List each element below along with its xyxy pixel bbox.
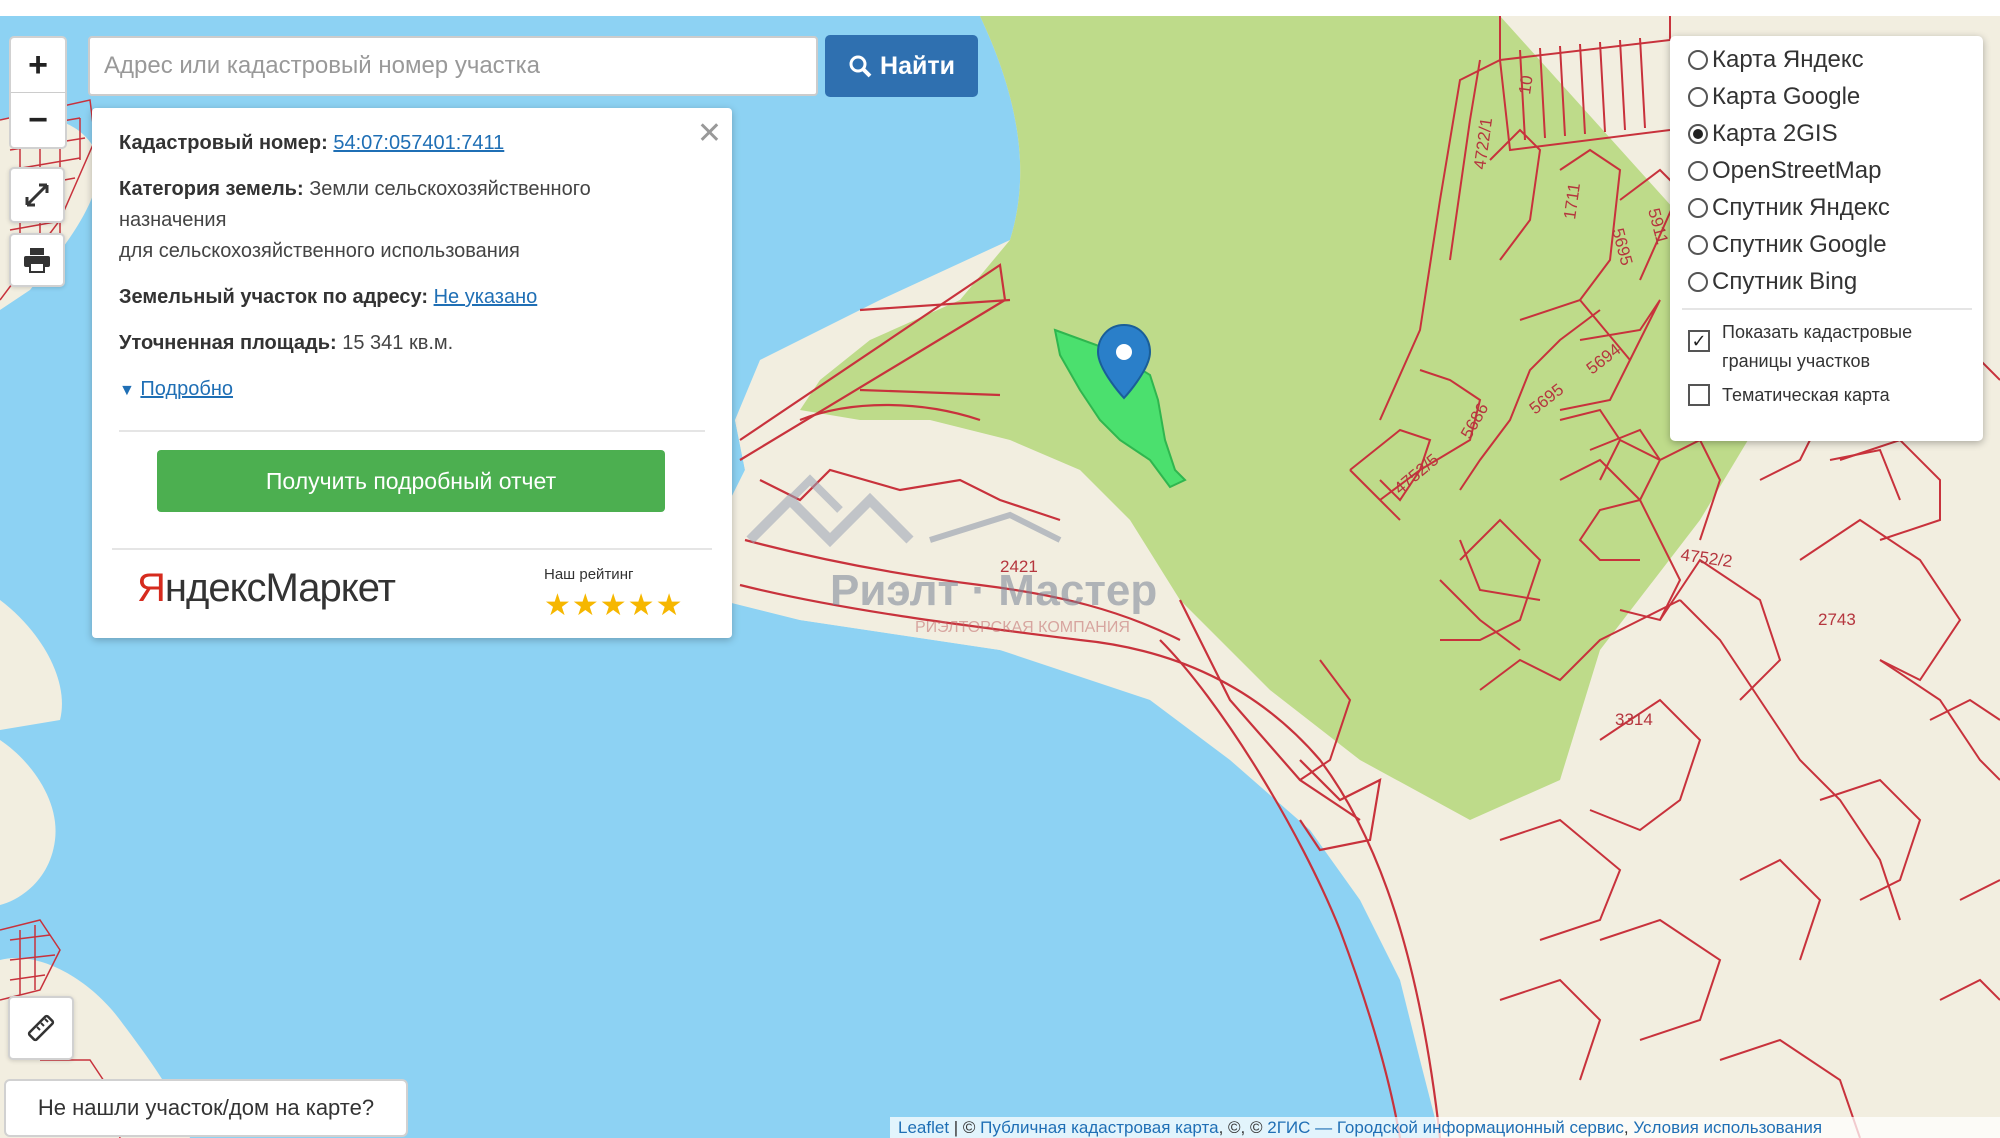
terms-link[interactable]: Условия использования xyxy=(1633,1118,1822,1137)
rating-stars: ★★★★★ xyxy=(544,589,684,622)
layer-option-label: Спутник Яндекс xyxy=(1712,194,1890,221)
layer-option-label: Карта Google xyxy=(1712,83,1861,110)
thematic-map-label: Тематическая карта xyxy=(1722,385,1890,405)
cadastral-number-label: Кадастровый номер: xyxy=(119,132,328,154)
details-link[interactable]: Подробно xyxy=(140,378,233,400)
search-button[interactable]: Найти xyxy=(825,35,978,97)
layer-option-label: Спутник Google xyxy=(1712,231,1887,258)
search-icon xyxy=(849,55,872,78)
divider xyxy=(1682,308,1972,310)
watermark-text: Риэлт · Мастер xyxy=(830,566,1157,615)
thematic-map-checkbox-row[interactable]: Тематическая карта xyxy=(1688,381,1890,410)
fullscreen-icon xyxy=(25,183,49,207)
ruler-button[interactable] xyxy=(8,996,74,1060)
cadastral-number-link[interactable]: 54:07:057401:7411 xyxy=(333,132,504,154)
show-borders-checkbox[interactable]: ✓ xyxy=(1688,330,1710,352)
pkk-link[interactable]: Публичная кадастровая карта xyxy=(980,1118,1218,1137)
layer-option[interactable]: Спутник Яндекс xyxy=(1688,194,1890,222)
zoom-control: + − xyxy=(9,36,67,149)
details-toggle[interactable]: ▼ Подробно xyxy=(119,374,233,406)
caret-down-icon: ▼ xyxy=(119,382,135,399)
not-found-button[interactable]: Не нашли участок/дом на карте? xyxy=(4,1079,408,1137)
fullscreen-button[interactable] xyxy=(9,167,65,223)
land-category-label: Категория земель: xyxy=(119,178,304,200)
leaflet-link[interactable]: Leaflet xyxy=(898,1118,949,1137)
layer-option-label: Карта Яндекс xyxy=(1712,46,1864,73)
yandex-market-logo[interactable]: ЯндексМаркет xyxy=(137,566,396,611)
radio-button[interactable] xyxy=(1688,161,1708,181)
radio-button[interactable] xyxy=(1688,235,1708,255)
land-category-value-cont: назначения xyxy=(119,209,227,231)
printer-icon xyxy=(24,248,50,273)
layer-option[interactable]: Карта 2GIS xyxy=(1688,120,1838,148)
parcel-label: 10 xyxy=(1515,74,1536,95)
show-borders-label: Показать кадастровые границы участков xyxy=(1722,322,1913,371)
address-link[interactable]: Не указано xyxy=(434,286,538,308)
layer-option-label: OpenStreetMap xyxy=(1712,157,1882,184)
parcel-info-popup: ✕ Кадастровый номер: 54:07:057401:7411 К… xyxy=(92,108,732,638)
area-value: 15 341 кв.м. xyxy=(342,332,454,354)
rating-label: Наш рейтинг xyxy=(544,566,634,583)
map-attribution: Leaflet | © Публичная кадастровая карта,… xyxy=(890,1117,2000,1138)
radio-button[interactable] xyxy=(1688,124,1708,144)
layer-option[interactable]: Спутник Bing xyxy=(1688,268,1857,296)
divider xyxy=(119,430,705,432)
area-label: Уточненная площадь: xyxy=(119,332,337,354)
layer-option[interactable]: Карта Яндекс xyxy=(1688,46,1864,74)
zoom-out-button[interactable]: − xyxy=(11,93,65,147)
address-row: Земельный участок по адресу: Не указано xyxy=(119,282,537,313)
land-usage: для сельскохозяйственного использования xyxy=(119,240,520,262)
search-input[interactable]: Адрес или кадастровый номер участка xyxy=(88,36,818,96)
layer-option[interactable]: Карта Google xyxy=(1688,83,1860,111)
parcel-label: 3314 xyxy=(1615,710,1653,729)
layer-option-label: Спутник Bing xyxy=(1712,268,1858,295)
print-button[interactable] xyxy=(9,233,65,287)
radio-button[interactable] xyxy=(1688,198,1708,218)
land-category-row: Категория земель: Земли сельскохозяйстве… xyxy=(119,174,591,205)
address-label: Земельный участок по адресу: xyxy=(119,286,429,308)
search-placeholder: Адрес или кадастровый номер участка xyxy=(104,52,541,79)
divider xyxy=(112,548,712,550)
get-report-button[interactable]: Получить подробный отчет xyxy=(157,450,665,512)
search-button-label: Найти xyxy=(880,51,955,80)
ruler-icon xyxy=(27,1014,55,1042)
layers-panel: Карта Яндекс Карта Google Карта 2GIS OpenSt… xyxy=(1670,36,1983,441)
show-borders-checkbox-row[interactable]: ✓ Показать кадастровые границы участков xyxy=(1688,318,1912,376)
2gis-link[interactable]: 2ГИС — Городской информационный сервис xyxy=(1267,1118,1624,1137)
land-category-value: Земли сельскохозяйственного xyxy=(309,178,591,200)
parcel-label: 2421 xyxy=(1000,557,1038,576)
thematic-map-checkbox[interactable] xyxy=(1688,384,1710,406)
area-row: Уточненная площадь: 15 341 кв.м. xyxy=(119,328,453,359)
layer-option[interactable]: OpenStreetMap xyxy=(1688,157,1881,185)
parcel-label: 2743 xyxy=(1818,610,1856,629)
close-icon[interactable]: ✕ xyxy=(697,116,722,151)
layer-option-label: Карта 2GIS xyxy=(1712,120,1838,147)
radio-button[interactable] xyxy=(1688,87,1708,107)
layer-option[interactable]: Спутник Google xyxy=(1688,231,1887,259)
zoom-in-button[interactable]: + xyxy=(11,38,65,92)
radio-button[interactable] xyxy=(1688,272,1708,292)
radio-button[interactable] xyxy=(1688,50,1708,70)
watermark-subtext: РИЭЛТОРСКАЯ КОМПАНИЯ xyxy=(915,619,1130,636)
cadastral-number-row: Кадастровый номер: 54:07:057401:7411 xyxy=(119,128,504,159)
